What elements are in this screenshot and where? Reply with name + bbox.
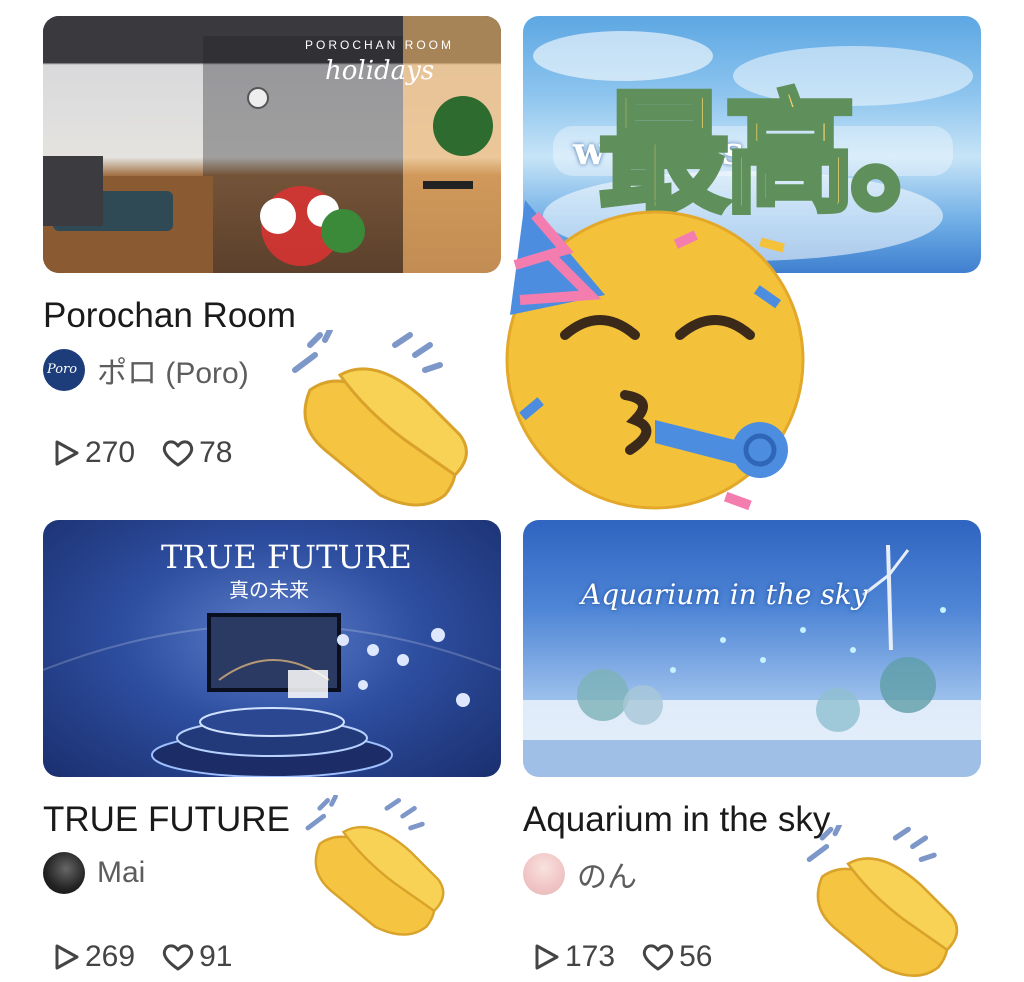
aquarium-scene-image — [523, 544, 981, 777]
play-count: 269 — [51, 940, 135, 974]
world-card-porochan-room[interactable]: POROCHAN ROOM holidays Porochan Room Por… — [43, 16, 501, 469]
play-count: 173 — [531, 940, 615, 974]
clapping-hands-emoji — [305, 795, 445, 936]
play-count-value: 269 — [85, 940, 136, 973]
play-count: 270 — [51, 436, 135, 470]
thumbnail-heading: TRUE FUTURE — [161, 538, 412, 576]
heart-icon — [162, 944, 194, 971]
like-count[interactable]: 78 — [161, 436, 232, 470]
like-count-value: 78 — [199, 436, 233, 469]
thumbnail-subheading: 真の未来 — [229, 580, 309, 602]
world-thumbnail[interactable]: TRUE FUTURE 真の未来 — [43, 520, 501, 777]
clapping-hands-emoji — [292, 330, 468, 507]
world-thumbnail[interactable]: POROCHAN ROOM holidays — [43, 16, 501, 273]
author[interactable]: のん — [523, 852, 637, 896]
author-name: ポロ (Poro) — [97, 357, 249, 390]
world-card-aquarium-in-the-sky[interactable]: Aquarium in the sky Aquarium in the sky … — [523, 520, 981, 973]
world-stats: 269 91 — [51, 940, 258, 974]
room-scene-image — [43, 16, 501, 273]
world-stats: 173 56 — [531, 940, 738, 974]
heart-icon — [162, 440, 194, 467]
play-icon — [55, 944, 79, 970]
author[interactable]: Mai — [43, 852, 145, 894]
play-count-value: 173 — [565, 940, 616, 973]
author-name: のん — [577, 861, 637, 894]
thumbnail-heading: POROCHAN ROOM — [305, 38, 455, 52]
like-count-value: 91 — [199, 940, 233, 973]
heart-icon — [642, 944, 674, 971]
world-thumbnail[interactable]: Aquarium in the sky — [523, 520, 981, 777]
play-count-value: 270 — [85, 436, 136, 469]
like-count[interactable]: 56 — [641, 940, 712, 974]
author[interactable]: Poro ポロ (Poro) — [43, 348, 249, 392]
world-title[interactable]: TRUE FUTURE — [43, 800, 290, 840]
like-count-value: 56 — [679, 940, 713, 973]
avatar — [523, 853, 565, 895]
play-icon — [535, 944, 559, 970]
world-title[interactable]: Porochan Room — [43, 296, 296, 336]
avatar-text: Poro — [47, 362, 78, 377]
avatar: Poro — [43, 349, 85, 391]
world-title[interactable]: Aquarium in the sky — [523, 800, 830, 840]
author-name: Mai — [97, 856, 146, 889]
play-icon — [55, 440, 79, 466]
like-count[interactable]: 91 — [161, 940, 232, 974]
avatar — [43, 852, 85, 894]
partying-face-emoji — [505, 200, 805, 511]
thumbnail-heading: Aquarium in the sky — [581, 578, 868, 611]
world-stats: 270 78 — [51, 436, 258, 470]
thumbnail-script-text: holidays — [325, 56, 435, 86]
world-card-true-future[interactable]: TRUE FUTURE 真の未来 TRUE FUTURE Mai 269 91 — [43, 520, 501, 973]
clapping-hands-emoji — [806, 825, 959, 977]
